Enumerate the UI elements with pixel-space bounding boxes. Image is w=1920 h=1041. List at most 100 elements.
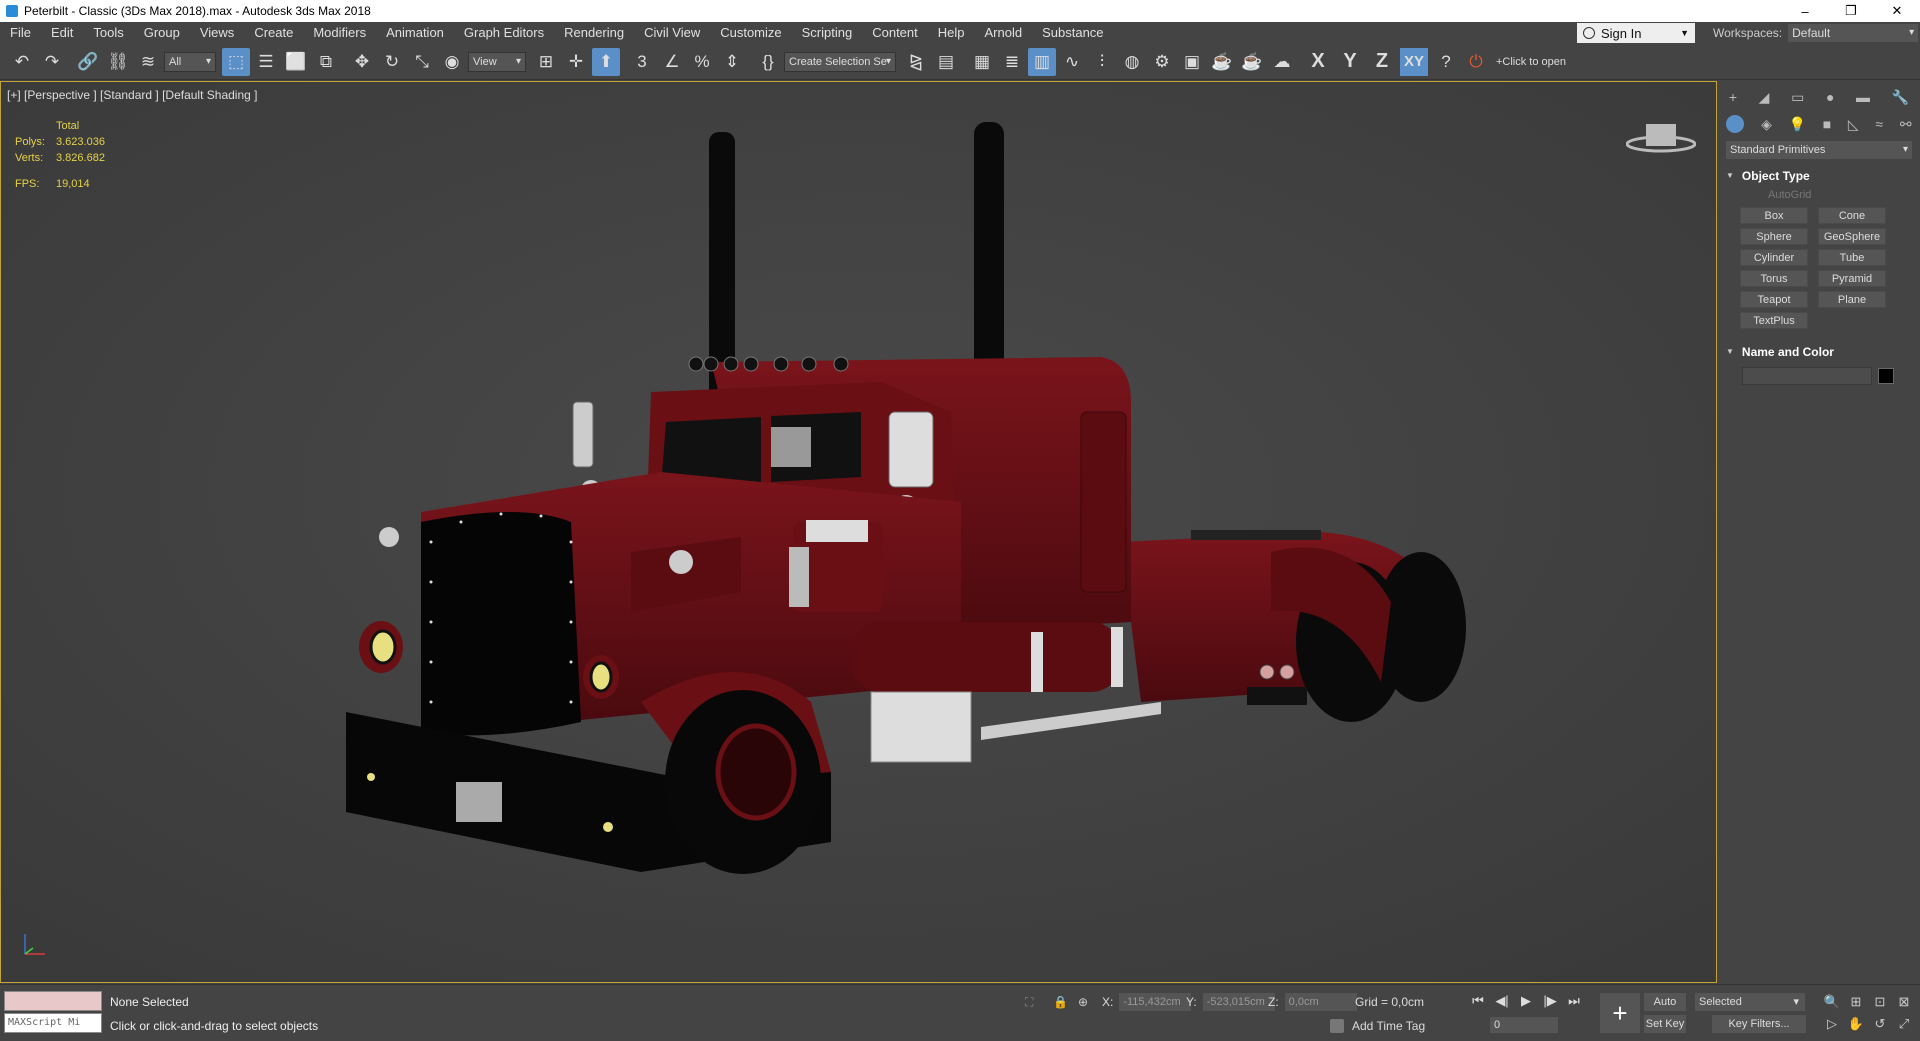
align-icon[interactable]: ▤ xyxy=(932,48,960,76)
maxscript-listener-box[interactable] xyxy=(4,991,102,1011)
menu-animation[interactable]: Animation xyxy=(376,22,454,44)
menu-rendering[interactable]: Rendering xyxy=(554,22,634,44)
key-selection-dropdown[interactable]: Selected xyxy=(1695,993,1805,1011)
primitive-category-dropdown[interactable]: Standard Primitives xyxy=(1726,141,1912,159)
field-of-view-icon[interactable]: ▷ xyxy=(1820,1013,1844,1035)
autogrid-checkbox[interactable]: AutoGrid xyxy=(1768,187,1920,203)
power-icon[interactable]: ⏻ xyxy=(1462,48,1490,76)
motion-tab-icon[interactable]: ● xyxy=(1826,89,1834,105)
select-place-icon[interactable]: ◉ xyxy=(438,48,466,76)
menu-arnold[interactable]: Arnold xyxy=(975,22,1033,44)
tube-button[interactable]: Tube xyxy=(1818,249,1886,266)
select-scale-icon[interactable]: ⤡ xyxy=(408,48,436,76)
cameras-icon[interactable]: ■ xyxy=(1823,116,1831,132)
percent-snap-icon[interactable]: % xyxy=(688,48,716,76)
sphere-button[interactable]: Sphere xyxy=(1740,228,1808,245)
select-by-name-icon[interactable]: ☰ xyxy=(252,48,280,76)
select-object-icon[interactable]: ⬚ xyxy=(222,47,250,76)
previous-frame-icon[interactable]: ◀| xyxy=(1490,991,1514,1011)
object-name-field[interactable] xyxy=(1742,367,1872,385)
axis-xy-button[interactable]: XY xyxy=(1400,47,1428,76)
orbit-icon[interactable]: ↺ xyxy=(1868,1013,1892,1035)
zoom-all-icon[interactable]: ⊞ xyxy=(1844,991,1868,1013)
zoom-icon[interactable]: 🔍 xyxy=(1820,991,1844,1013)
display-tab-icon[interactable]: ▬ xyxy=(1856,89,1870,105)
cylinder-button[interactable]: Cylinder xyxy=(1740,249,1808,266)
viewport-label[interactable]: [+] [Perspective ] [Standard ] [Default … xyxy=(7,88,257,102)
minimize-button[interactable]: – xyxy=(1782,0,1828,22)
help-icon[interactable]: ? xyxy=(1432,48,1460,76)
schematic-view-icon[interactable]: ⫶ xyxy=(1088,48,1116,76)
render-setup-icon[interactable]: ⚙ xyxy=(1148,48,1176,76)
plane-button[interactable]: Plane xyxy=(1818,291,1886,308)
geosphere-button[interactable]: GeoSphere xyxy=(1818,228,1886,245)
selection-lock-icon[interactable]: 🔒 xyxy=(1053,995,1068,1009)
axis-z-button[interactable]: Z xyxy=(1368,48,1396,76)
rendered-frame-window-icon[interactable]: ▣ xyxy=(1178,48,1206,76)
absolute-mode-icon[interactable]: ⊕ xyxy=(1078,995,1088,1009)
keyboard-shortcut-override-icon[interactable]: ⬆ xyxy=(592,47,620,76)
torus-button[interactable]: Torus xyxy=(1740,270,1808,287)
angle-snap-icon[interactable]: ∠ xyxy=(658,48,686,76)
named-selection-set-dropdown[interactable]: Create Selection Se xyxy=(784,51,896,72)
zoom-extents-icon[interactable]: ⊡ xyxy=(1868,991,1892,1013)
menu-create[interactable]: Create xyxy=(244,22,303,44)
object-type-rollout[interactable]: ▼ Object Type xyxy=(1726,167,1912,185)
pan-icon[interactable]: ✋ xyxy=(1844,1013,1868,1035)
render-cloud-icon[interactable]: ☁ xyxy=(1268,48,1296,76)
key-filters-button[interactable]: Key Filters... xyxy=(1712,1015,1806,1033)
cone-button[interactable]: Cone xyxy=(1818,207,1886,224)
viewcube-icon[interactable] xyxy=(1626,118,1696,154)
helpers-icon[interactable]: ◺ xyxy=(1848,116,1859,133)
snaps-toggle-icon[interactable]: 3 xyxy=(628,48,656,76)
menu-views[interactable]: Views xyxy=(190,22,244,44)
redo-icon[interactable]: ↷ xyxy=(38,48,66,76)
sign-in-dropdown[interactable]: Sign In ▼ xyxy=(1577,23,1695,43)
select-move-icon[interactable]: ✥ xyxy=(348,48,376,76)
perspective-viewport[interactable]: [+] [Perspective ] [Standard ] [Default … xyxy=(0,81,1717,983)
next-frame-icon[interactable]: |▶ xyxy=(1538,991,1562,1011)
ribbon-toggle-icon[interactable]: ▥ xyxy=(1028,47,1056,76)
mirror-icon[interactable]: ⧎ xyxy=(902,48,930,76)
name-and-color-rollout[interactable]: ▼ Name and Color xyxy=(1726,343,1912,361)
menu-content[interactable]: Content xyxy=(862,22,928,44)
menu-substance[interactable]: Substance xyxy=(1032,22,1113,44)
spinner-snap-icon[interactable]: ⇕ xyxy=(718,48,746,76)
truck-model[interactable] xyxy=(1,82,1717,983)
zoom-extents-all-icon[interactable]: ⊠ xyxy=(1892,991,1916,1013)
menu-graph-editors[interactable]: Graph Editors xyxy=(454,22,554,44)
geometry-icon[interactable] xyxy=(1726,115,1745,133)
selection-filter-dropdown[interactable]: All xyxy=(164,51,216,72)
menu-edit[interactable]: Edit xyxy=(41,22,83,44)
edit-named-selection-icon[interactable]: {} xyxy=(754,48,782,76)
render-production-icon[interactable]: ☕ xyxy=(1208,48,1236,76)
y-field[interactable]: -523,015cm xyxy=(1202,993,1275,1011)
reference-coordinate-dropdown[interactable]: View xyxy=(468,51,526,72)
systems-icon[interactable]: ⚯ xyxy=(1900,116,1912,133)
menu-modifiers[interactable]: Modifiers xyxy=(303,22,376,44)
undo-icon[interactable]: ↶ xyxy=(8,48,36,76)
pyramid-button[interactable]: Pyramid xyxy=(1818,270,1886,287)
maxscript-mini-listener[interactable]: MAXScript Mi xyxy=(4,1013,102,1033)
axis-x-button[interactable]: X xyxy=(1304,48,1332,76)
curve-editor-icon[interactable]: ∿ xyxy=(1058,48,1086,76)
menu-tools[interactable]: Tools xyxy=(83,22,133,44)
play-icon[interactable]: ▶ xyxy=(1514,991,1538,1011)
create-tab-icon[interactable]: + xyxy=(1729,89,1737,105)
object-color-swatch[interactable] xyxy=(1878,368,1894,384)
shapes-icon[interactable]: ◈ xyxy=(1761,116,1772,133)
select-manipulate-icon[interactable]: ✛ xyxy=(562,48,590,76)
go-to-end-icon[interactable]: ⏭ xyxy=(1562,991,1586,1011)
pivot-center-icon[interactable]: ⊞ xyxy=(532,48,560,76)
isolate-selection-icon[interactable]: ⛶ xyxy=(1025,995,1033,1010)
modify-tab-icon[interactable]: ◢ xyxy=(1759,89,1770,106)
window-crossing-icon[interactable]: ⧉ xyxy=(312,48,340,76)
set-key-button[interactable]: Set Key xyxy=(1644,1015,1686,1033)
utilities-tab-icon[interactable]: 🔧 xyxy=(1892,89,1909,106)
menu-file[interactable]: File xyxy=(0,22,41,44)
set-key-mode-icon[interactable]: + xyxy=(1600,993,1640,1033)
textplus-button[interactable]: TextPlus xyxy=(1740,312,1808,329)
close-button[interactable]: ✕ xyxy=(1874,0,1920,22)
menu-group[interactable]: Group xyxy=(134,22,190,44)
select-rotate-icon[interactable]: ↻ xyxy=(378,48,406,76)
